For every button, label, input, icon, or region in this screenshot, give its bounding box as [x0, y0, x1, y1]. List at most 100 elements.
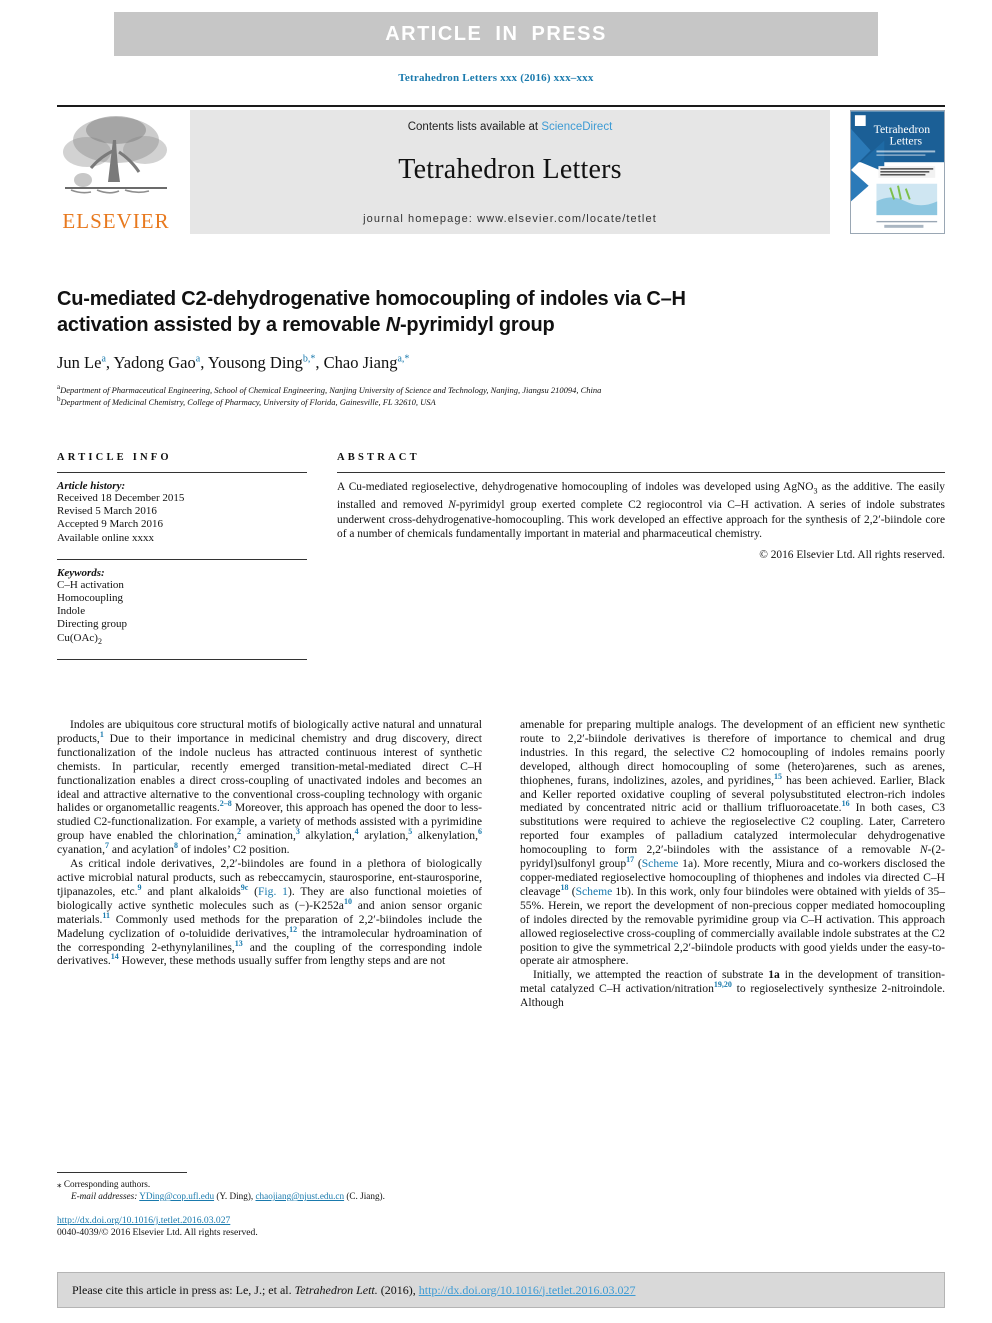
figure-reference-link[interactable]: Scheme — [642, 857, 679, 870]
corresponding-authors-note: ⁎ Corresponding authors. — [57, 1178, 482, 1190]
elsevier-tree-icon — [63, 116, 167, 194]
author-name: Chao Jiang — [323, 353, 398, 372]
email-owner-jiang: (C. Jiang). — [344, 1191, 385, 1201]
author-item: Yadong Gaoa — [114, 353, 201, 372]
affiliation-list: aDepartment of Pharmaceutical Engineerin… — [57, 384, 945, 409]
author-affil-mark: a — [101, 353, 106, 365]
email-link-ding[interactable]: YDing@cop.ufl.edu — [139, 1191, 214, 1201]
cite-middle: (2016), — [377, 1282, 419, 1297]
sciencedirect-link[interactable]: ScienceDirect — [541, 121, 612, 133]
body-text: of indoles’ C2 position. — [178, 843, 290, 857]
doi-link[interactable]: http://dx.doi.org/10.1016/j.tetlet.2016.… — [57, 1215, 482, 1226]
keyword-item: Cu(OAc)2 — [57, 631, 102, 646]
author-name: Yousong Ding — [207, 353, 303, 372]
contents-lists-line: Contents lists available at ScienceDirec… — [408, 121, 613, 133]
affiliation-item: bDepartment of Medicinal Chemistry, Coll… — [57, 395, 945, 409]
body-paragraph: Initially, we attempted the reaction of … — [520, 968, 945, 1010]
divider — [337, 472, 945, 473]
keyword-item: Directing group — [57, 618, 127, 631]
figure-reference-link[interactable]: Fig. 1 — [258, 885, 288, 898]
article-history-received: Received 18 December 2015 — [57, 492, 185, 504]
body-text: and acylation — [108, 843, 174, 857]
cite-journal-name: Tetrahedron Lett. — [294, 1282, 378, 1297]
article-info-heading: ARTICLE INFO — [57, 452, 172, 463]
body-column-right: amenable for preparing multiple analogs.… — [520, 718, 945, 1010]
reference-citation[interactable]: 17 — [626, 855, 634, 864]
divider — [57, 558, 307, 560]
corresponding-asterisk-icon: ⁎ — [57, 1179, 62, 1189]
reference-citation[interactable]: 11 — [102, 911, 110, 920]
body-text: However, these methods usually suffer fr… — [118, 954, 446, 968]
abstract-heading: ABSTRACT — [337, 452, 420, 463]
reference-citation[interactable]: 13 — [235, 939, 243, 948]
elsevier-wordmark: ELSEVIER — [62, 209, 170, 233]
elsevier-logo: ELSEVIER — [57, 110, 175, 234]
keyword-item: C–H activation — [57, 578, 124, 591]
abstract-copyright: © 2016 Elsevier Ltd. All rights reserved… — [759, 549, 945, 562]
article-history-online: Available online xxxx — [57, 531, 154, 544]
abstract-block: ABSTRACT A Cu-mediated regioselective, d… — [337, 452, 945, 561]
reference-citation[interactable]: 6 — [478, 827, 482, 836]
author-name: Yadong Gao — [113, 353, 196, 372]
body-paragraph: amenable for preparing multiple analogs.… — [520, 718, 945, 968]
article-in-press-label: ARTICLE IN PRESS — [385, 22, 607, 45]
doi-block: http://dx.doi.org/10.1016/j.tetlet.2016.… — [57, 1215, 482, 1238]
reference-citation[interactable]: 10 — [344, 897, 352, 906]
reference-citation[interactable]: 12 — [289, 925, 297, 934]
reference-citation[interactable]: 2–8 — [220, 800, 232, 809]
email-addresses-label: E-mail addresses: — [71, 1191, 138, 1201]
abstract-part1: A Cu-mediated regioselective, dehydrogen… — [337, 481, 814, 493]
italic-text: N — [919, 843, 928, 857]
body-text: amination, — [241, 829, 296, 843]
article-in-press-banner: ARTICLE IN PRESS — [114, 12, 878, 56]
issn-copyright-line: 0040-4039/© 2016 Elsevier Ltd. All right… — [57, 1227, 258, 1238]
body-paragraph: As critical indole derivatives, 2,2′-bii… — [57, 857, 482, 968]
reference-citation[interactable]: 19,20 — [714, 980, 732, 989]
body-text: alkenylation, — [412, 829, 478, 843]
author-name: Jun Le — [57, 353, 102, 372]
email-link-jiang[interactable]: chaojiang@njust.edu.cn — [255, 1191, 344, 1201]
page-title: Cu-mediated C2-dehydrogenative homocoupl… — [57, 286, 945, 338]
contents-lists-prefix: Contents lists available at — [407, 121, 542, 133]
body-text: arylation, — [358, 829, 409, 843]
author-affil-mark: a — [195, 353, 201, 365]
paper-title-italic-N: N — [385, 314, 400, 336]
email-addresses-line: E-mail addresses: YDing@cop.ufl.edu (Y. … — [57, 1190, 482, 1202]
journal-masthead: ELSEVIER Contents lists available at Sci… — [57, 105, 945, 235]
title-and-authors: Cu-mediated C2-dehydrogenative homocoupl… — [57, 286, 945, 408]
body-text: ( — [568, 884, 576, 898]
journal-cover-thumbnail: Tetrahedron Letters — [850, 110, 945, 234]
journal-title: Tetrahedron Letters — [398, 154, 622, 185]
abstract-text: A Cu-mediated regioselective, dehydrogen… — [337, 480, 945, 541]
journal-cover-image: Tetrahedron Letters — [851, 111, 944, 233]
journal-homepage-line[interactable]: journal homepage: www.elsevier.com/locat… — [190, 213, 830, 225]
reference-citation[interactable]: 18 — [561, 883, 569, 892]
cite-doi-link[interactable]: http://dx.doi.org/10.1016/j.tetlet.2016.… — [419, 1283, 636, 1297]
body-text: ( — [634, 857, 642, 871]
author-list: Jun Lea, Yadong Gaoa, Yousong Dingb,*, C… — [57, 353, 410, 372]
body-column-left: Indoles are ubiquitous core structural m… — [57, 718, 482, 968]
article-info-block: ARTICLE INFO Article history: Received 1… — [57, 452, 307, 667]
body-text: alkylation, — [299, 829, 355, 843]
keyword-item: Indole — [57, 605, 86, 618]
article-history-accepted: Accepted 9 March 2016 — [57, 518, 163, 531]
figure-reference-link[interactable]: Scheme — [576, 885, 613, 898]
paper-title-line2b: -pyrimidyl group — [399, 314, 555, 336]
author-item: Yousong Dingb,* — [208, 353, 316, 372]
body-text: and plant alkaloids — [141, 884, 241, 898]
footnote-block: ⁎ Corresponding authors. E-mail addresse… — [57, 1178, 482, 1238]
divider — [57, 472, 307, 473]
reference-citation[interactable]: 16 — [842, 800, 850, 809]
paper-title-line1: Cu-mediated C2-dehydrogenative homocoupl… — [57, 288, 686, 310]
abstract-italic-N: N — [448, 499, 456, 512]
body-text: Initially, we attempted the reaction of … — [533, 968, 769, 982]
affiliation-text: Department of Pharmaceutical Engineering… — [60, 385, 602, 395]
svg-text:Letters: Letters — [890, 135, 923, 148]
reference-citation[interactable]: 15 — [774, 772, 782, 781]
masthead-center-panel: Contents lists available at ScienceDirec… — [190, 110, 830, 234]
author-item: Jun Lea — [57, 353, 106, 372]
divider — [57, 659, 307, 661]
cite-prefix: Please cite this article in press as: Le… — [72, 1282, 295, 1297]
body-columns: Indoles are ubiquitous core structural m… — [57, 718, 945, 1173]
reference-citation[interactable]: 14 — [111, 953, 119, 962]
